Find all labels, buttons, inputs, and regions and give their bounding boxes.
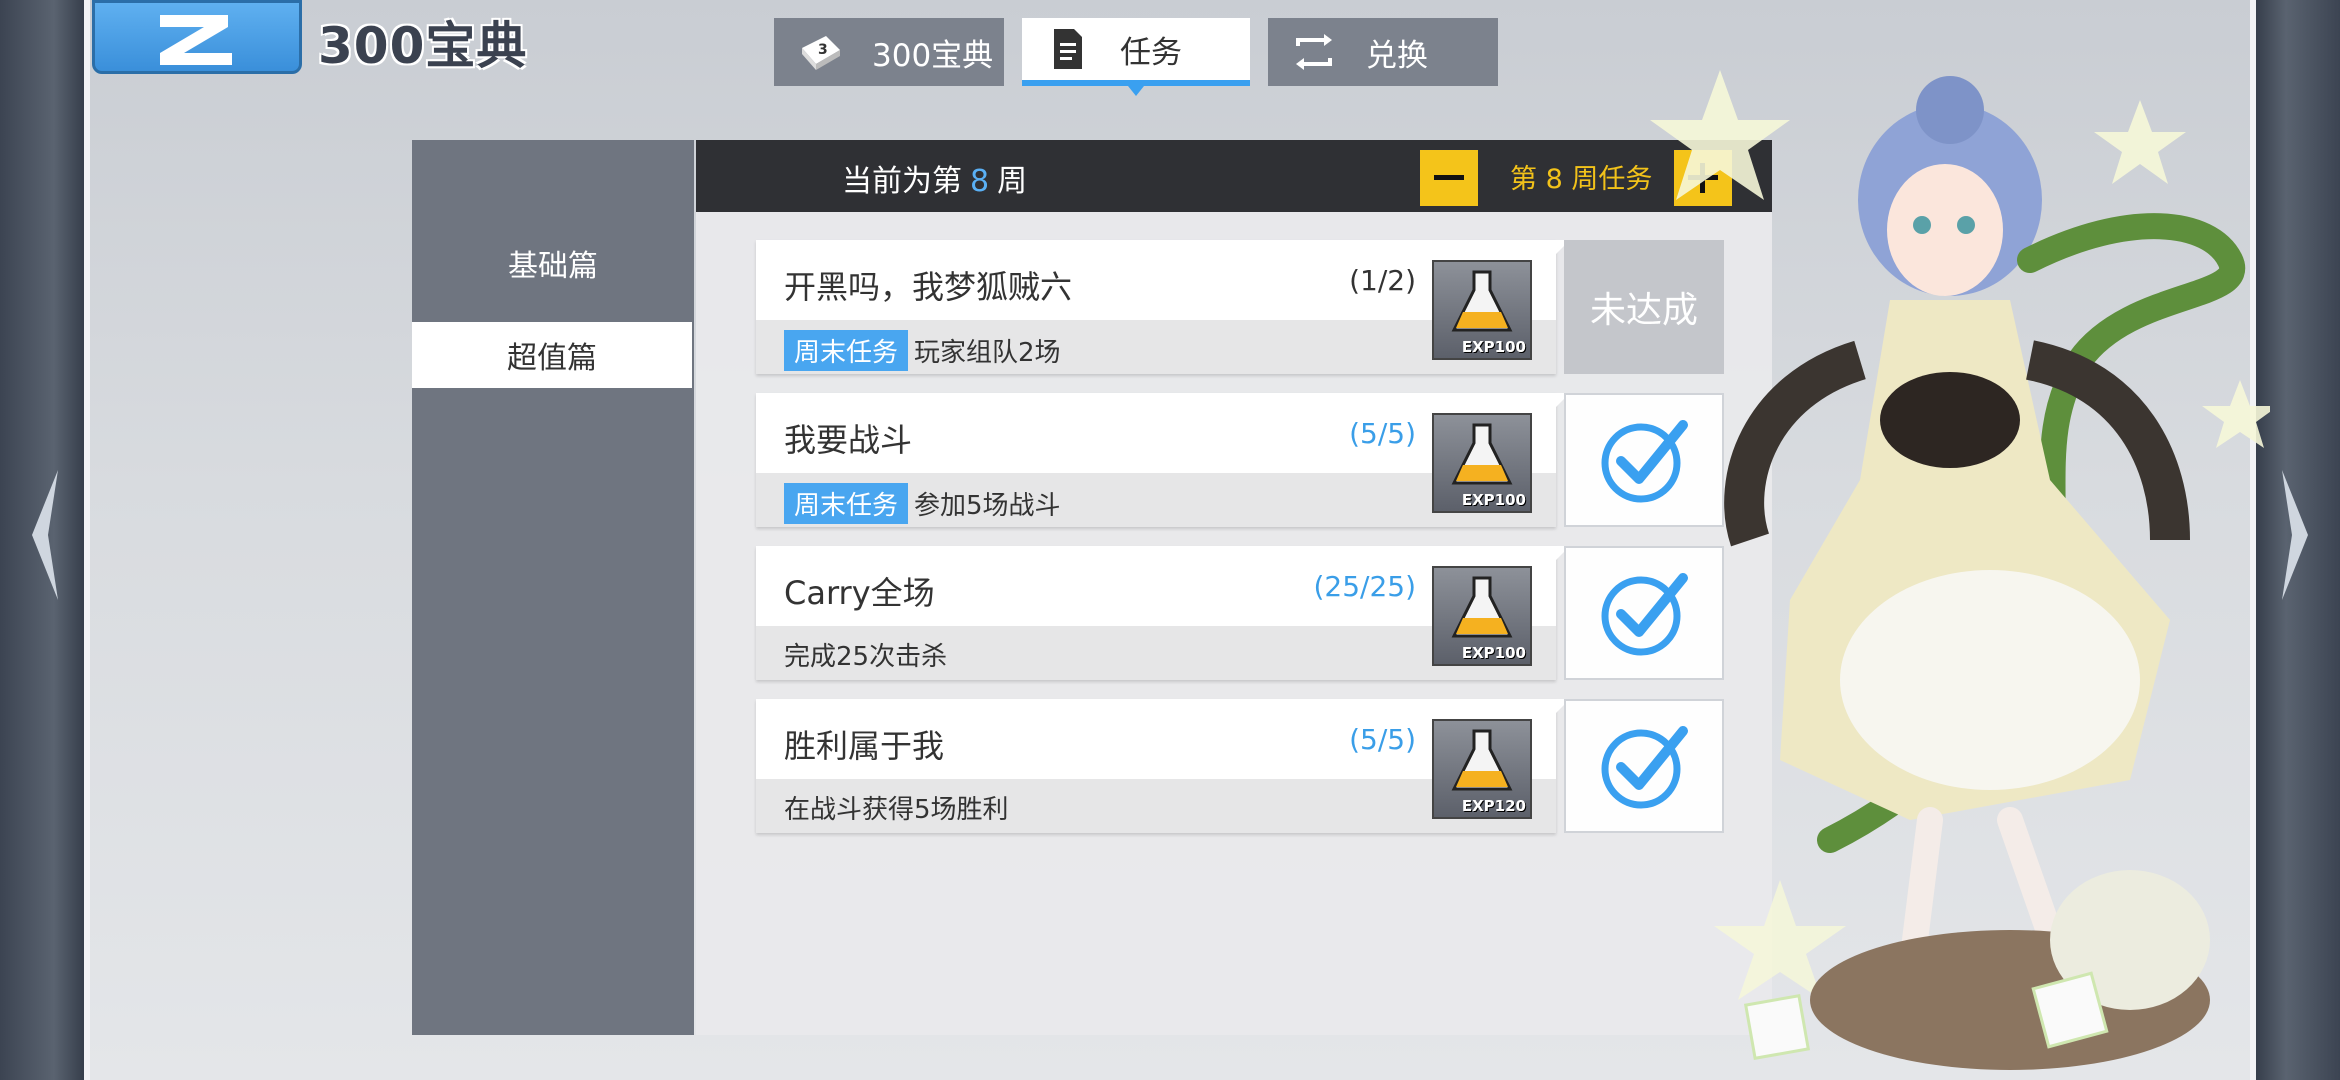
task-name: 我要战斗 (784, 421, 913, 459)
logo-badge (92, 0, 302, 74)
reward-label: EXP100 (1461, 644, 1526, 662)
tab-tasks[interactable]: 任务 (1022, 18, 1250, 96)
sidebar-item-premium[interactable]: 超值篇 (412, 322, 692, 388)
active-tab-pointer (1128, 86, 1144, 96)
task-desc-text: 参加5场战斗 (914, 491, 1061, 521)
current-week-text: 当前为第 8 周 (842, 156, 1027, 200)
sidebar-item-basic[interactable]: 基础篇 (412, 230, 694, 296)
left-arrow-icon (32, 470, 58, 600)
sidebar: 基础篇 超值篇 (412, 140, 694, 1035)
task-description: 周末任务 玩家组队2场 (784, 330, 1061, 371)
flask-icon (1451, 576, 1513, 638)
task-description: 周末任务 参加5场战斗 (784, 483, 1061, 524)
task-desc-text: 完成25次击杀 (784, 642, 948, 672)
task-name: 胜利属于我 (784, 727, 945, 765)
previous-week-button[interactable] (1420, 150, 1478, 206)
book-icon: 3 (802, 36, 840, 70)
task-card: 开黑吗，我梦狐贼六 (1/2) 周末任务 玩家组队2场 EXP100 (756, 240, 1570, 374)
exp-reward: EXP120 (1432, 719, 1532, 819)
task-desc-text: 在战斗获得5场胜利 (784, 795, 1009, 825)
page-title: 300宝典 (318, 17, 528, 75)
week-prefix: 当前为第 (842, 164, 962, 199)
document-icon (1054, 29, 1082, 69)
task-name: 开黑吗，我梦狐贼六 (784, 268, 1073, 306)
exp-reward: EXP100 (1432, 566, 1532, 666)
tab-label: 任务 (1120, 34, 1182, 71)
character-illustration (1650, 70, 2270, 1070)
tab-exchange[interactable]: 兑换 (1268, 18, 1498, 86)
task-row: 我要战斗 (5/5) 周末任务 参加5场战斗 EXP100 (756, 393, 1736, 527)
reward-label: EXP100 (1461, 338, 1526, 356)
tab-label: 兑换 (1366, 37, 1428, 74)
flask-icon (1451, 270, 1513, 332)
reward-label: EXP120 (1461, 797, 1526, 815)
exp-reward: EXP100 (1432, 260, 1532, 360)
task-description: 在战斗获得5场胜利 (784, 789, 1009, 826)
task-card: 我要战斗 (5/5) 周末任务 参加5场战斗 EXP100 (756, 393, 1570, 527)
right-arrow-icon (2282, 470, 2308, 600)
task-row: Carry全场 (25/25) 完成25次击杀 EXP100 (756, 546, 1736, 680)
task-row: 开黑吗，我梦狐贼六 (1/2) 周末任务 玩家组队2场 EXP100 未达成 (756, 240, 1736, 374)
task-progress: (25/25) (1313, 570, 1416, 603)
left-frame (0, 0, 90, 1080)
exchange-icon (1296, 34, 1332, 70)
minus-icon (1434, 175, 1464, 180)
task-progress: (5/5) (1349, 723, 1416, 756)
exp-reward: EXP100 (1432, 413, 1532, 513)
tab-handbook[interactable]: 3 300宝典 (774, 18, 1004, 86)
task-card: Carry全场 (25/25) 完成25次击杀 EXP100 (756, 546, 1570, 680)
week-suffix: 周 (997, 164, 1028, 199)
reward-label: EXP100 (1461, 491, 1526, 509)
flask-icon (1451, 423, 1513, 485)
task-progress: (5/5) (1349, 417, 1416, 450)
task-row: 胜利属于我 (5/5) 在战斗获得5场胜利 EXP120 (756, 699, 1736, 833)
task-card: 胜利属于我 (5/5) 在战斗获得5场胜利 EXP120 (756, 699, 1570, 833)
flask-icon (1451, 729, 1513, 791)
weekend-task-tag: 周末任务 (784, 330, 909, 371)
logo-icon (160, 15, 232, 65)
task-progress: (1/2) (1349, 264, 1416, 297)
week-number: 8 (970, 164, 990, 199)
task-desc-text: 玩家组队2场 (914, 338, 1061, 368)
task-name: Carry全场 (784, 574, 935, 612)
weekend-task-tag: 周末任务 (784, 483, 909, 524)
tab-label: 300宝典 (872, 37, 994, 74)
svg-text:3: 3 (818, 42, 828, 58)
task-description: 完成25次击杀 (784, 636, 947, 673)
